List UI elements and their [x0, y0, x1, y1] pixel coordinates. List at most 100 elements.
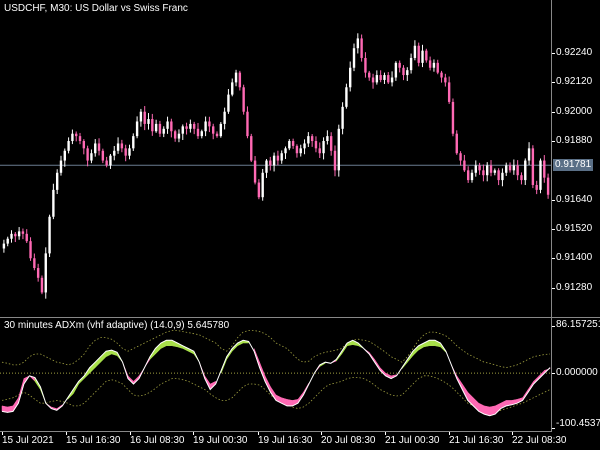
- indicator-tick: [552, 326, 555, 327]
- candle-body: [307, 136, 310, 144]
- candle-body: [234, 72, 238, 83]
- candle-body: [360, 38, 363, 58]
- candle-body: [52, 189, 55, 217]
- candle-body: [94, 143, 97, 154]
- candle-body: [501, 172, 504, 181]
- adx-fill-segment: [429, 340, 436, 347]
- candle-body: [463, 160, 466, 171]
- candle-body: [406, 70, 409, 76]
- candle-body: [219, 123, 223, 137]
- current-price-badge: 0.91781: [553, 159, 594, 172]
- candle-body: [139, 111, 143, 122]
- candle-body: [398, 62, 401, 68]
- candle-body: [86, 148, 89, 161]
- candle-body: [394, 62, 398, 78]
- candle-body: [120, 143, 124, 149]
- candle-body: [143, 111, 146, 124]
- candle-body: [173, 131, 177, 139]
- indicator-pane[interactable]: 30 minutes ADXm (vhf adaptive) (14.0,9) …: [0, 318, 552, 432]
- candle-body: [486, 165, 489, 176]
- price-axis[interactable]: 0.92240 0.92120 0.92000 0.91880 0.91640 0.915…: [552, 0, 600, 432]
- candle-body: [55, 172, 59, 190]
- candle-body: [276, 155, 280, 161]
- time-label: 16 Jul 08:30: [130, 435, 185, 446]
- indicator-canvas[interactable]: [0, 318, 552, 432]
- candle-body: [132, 136, 135, 149]
- price-tick: [552, 228, 555, 230]
- candle-body: [428, 60, 432, 68]
- candle-body: [135, 121, 139, 137]
- candle-body: [444, 77, 447, 83]
- time-label: 22 Jul 08:30: [512, 435, 567, 446]
- candle-body: [539, 160, 542, 190]
- price-label: 0.91640: [556, 193, 593, 205]
- price-chart[interactable]: USDCHF, M30: US Dollar vs Swiss Franc: [0, 0, 552, 318]
- adx-fill-segment: [286, 399, 293, 407]
- candle-body: [387, 75, 390, 83]
- candle-body: [451, 101, 455, 134]
- time-axis[interactable]: 15 Jul 2021 15 Jul 16:30 16 Jul 08:30 19 Ju…: [0, 432, 600, 450]
- candle-body: [482, 170, 485, 176]
- candle-body: [177, 133, 181, 139]
- candle-body: [303, 143, 306, 149]
- adx-fill-segment: [89, 361, 96, 374]
- candle-body: [33, 258, 36, 269]
- candle-body: [409, 57, 413, 71]
- candle-body: [242, 87, 245, 112]
- candle-body: [215, 133, 219, 137]
- price-chart-canvas[interactable]: [0, 0, 552, 318]
- candle-body: [436, 62, 439, 73]
- price-tick: [552, 82, 555, 84]
- candle-body: [497, 170, 500, 181]
- candle-body: [478, 165, 481, 171]
- candle-body: [535, 184, 538, 190]
- candle-body: [413, 45, 417, 58]
- candle-body: [25, 233, 28, 242]
- candle-body: [147, 119, 150, 124]
- candle-body: [189, 123, 192, 129]
- candle-body: [402, 67, 405, 76]
- candle-body: [280, 153, 283, 161]
- candle-body: [40, 277, 44, 293]
- candle-body: [356, 38, 360, 49]
- adx-fill-segment: [100, 350, 107, 363]
- indicator-label: 30 minutes ADXm (vhf adaptive) (14.0,9) …: [4, 320, 230, 331]
- candle-body: [29, 241, 32, 259]
- candle-body: [204, 121, 207, 132]
- price-label: 0.92120: [556, 76, 593, 88]
- candle-body: [192, 123, 196, 129]
- candle-body: [181, 126, 184, 134]
- candle-body: [75, 133, 78, 137]
- candle-body: [250, 136, 253, 161]
- price-tick: [552, 111, 555, 113]
- price-tick: [552, 258, 555, 260]
- adx-fill-segment: [494, 402, 501, 415]
- price-label: 0.92240: [556, 47, 593, 59]
- candle-body: [227, 94, 230, 112]
- candle-body: [78, 136, 82, 142]
- candle-body: [63, 150, 66, 161]
- candle-body: [166, 121, 169, 129]
- candle-body: [253, 160, 257, 183]
- price-tick: [552, 53, 555, 55]
- candle-body: [288, 141, 291, 149]
- candle-body: [246, 111, 249, 137]
- candle-body: [257, 182, 261, 198]
- candle-body: [109, 155, 112, 166]
- candle-body: [520, 175, 523, 181]
- candle-body: [10, 233, 13, 239]
- price-tick: [552, 199, 555, 201]
- candle-body: [310, 136, 314, 142]
- candle-body: [447, 82, 451, 102]
- indicator-tick: [552, 373, 555, 375]
- candle-body: [128, 148, 131, 156]
- time-label: 20 Jul 08:30: [321, 435, 376, 446]
- candle-body: [196, 128, 200, 137]
- candle-body: [474, 165, 477, 173]
- candle-body: [466, 170, 470, 181]
- candle-body: [516, 165, 519, 176]
- candle-body: [543, 160, 546, 178]
- candle-body: [44, 253, 47, 293]
- candle-body: [299, 148, 302, 154]
- candle-body: [337, 128, 340, 171]
